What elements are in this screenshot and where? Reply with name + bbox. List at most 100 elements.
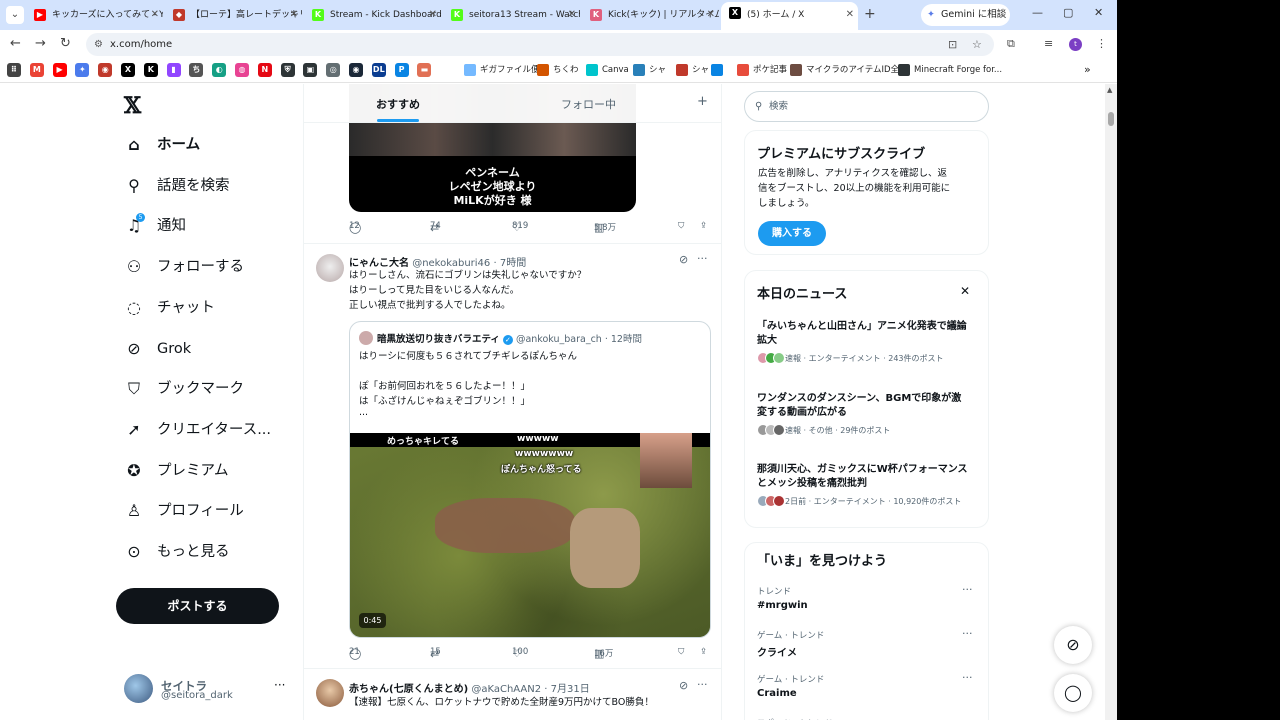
close-icon[interactable]: ✕ [960,284,970,298]
post-avatar[interactable] [316,254,344,282]
gemini-icon[interactable]: ✦ [75,63,90,77]
profile-avatar[interactable]: t [1069,38,1082,51]
shield-icon[interactable]: ⛨ [280,63,295,77]
tab-close-icon[interactable]: ✕ [290,4,298,26]
youtube-icon[interactable]: ▶ [52,63,67,77]
bookmark-icon-10[interactable]: ◍ [235,63,249,77]
browser-tab[interactable]: K Stream - Kick Dashboard ✕ [304,4,441,26]
bookmark-item[interactable]: シャ [676,63,709,77]
grok-icon[interactable]: ⊘ [679,679,688,692]
minimize-icon[interactable]: — [1032,6,1043,19]
bookmark-icon-14[interactable]: ◎ [326,63,341,77]
sidebar-item-bookmark[interactable]: ⛉ ブックマーク [124,374,294,404]
quoted-post[interactable]: 暗黒放送切り抜きバラエティ ✓ @ankoku_bara_ch · 12時間 はりー… [349,321,711,638]
menu-icon[interactable]: ⋮ [1096,37,1107,50]
trend-more-icon[interactable]: ··· [962,671,973,684]
x-icon[interactable]: X [121,63,135,77]
bookmark-post-icon[interactable]: ⛉ [678,221,684,231]
post-avatar[interactable] [316,679,344,707]
install-icon[interactable]: ⊡ [948,33,957,56]
grok-icon[interactable]: ⊘ [679,253,688,266]
news-item[interactable]: ワンダンスのダンスシーン、BGMで印象が激 変する動画が広がる 速報 · その他 ·… [757,392,982,438]
share-icon[interactable]: ⇪ [700,221,707,231]
back-icon[interactable]: ← [10,36,21,51]
browser-tab[interactable]: ◆ 【ローテ】高レートデッキリスト✕ [165,4,302,26]
add-tab-icon[interactable]: + [697,94,708,109]
star-bookmark-icon[interactable]: ☆ [972,33,982,56]
post-more-icon[interactable]: ··· [697,678,708,691]
trend-item[interactable]: ゲーム · トレンド クライメ ··· [757,627,982,659]
news-item[interactable]: 「みいちゃんと山田さん」アニメ化発表で議論 拡大 速報 · エンターテイメント · … [757,320,982,366]
x-logo-icon[interactable]: 𝕏 [124,93,141,119]
bookmark-icon-4[interactable]: ◉ [98,63,113,77]
tab-close-icon[interactable]: ✕ [151,4,159,26]
scrollbar[interactable]: ▲ [1105,84,1117,720]
bookmark-item[interactable]: ギガファイル便 [464,63,540,77]
search-input[interactable]: ⚲ 検索 [744,91,989,122]
address-bar[interactable]: ⚙ x.com/home ⊡ ☆ [86,33,994,56]
browser-tab[interactable]: X (5) ホーム / X ✕ [721,2,858,30]
browser-tab[interactable]: K Kick(キック) | リアルタイム ✕ [582,4,719,26]
bookmark-icon-17[interactable]: P [394,63,409,77]
netflix-icon[interactable]: N [257,63,272,77]
bookmark-icon-8[interactable]: ち [189,63,204,77]
tab-close-icon[interactable]: ✕ [568,4,576,26]
post[interactable]: 赤ちゃん(七原くんまとめ) @aKaChAAN2 · 7月31日 ⊘ ··· 【… [304,668,721,720]
sidebar-item-more[interactable]: ⊙ もっと見る [124,537,294,567]
bookmark-icon-9[interactable]: ◐ [212,63,227,77]
site-info-icon[interactable]: ⚙ [94,33,103,56]
steam-icon[interactable]: ◉ [349,63,363,77]
bookmark-post-icon[interactable]: ⛉ [678,647,684,657]
sidebar-item-chat[interactable]: ◌ チャット [124,293,294,323]
sidebar-item-follow[interactable]: ⚇ フォローする [124,252,294,282]
post-button[interactable]: ポストする [116,588,279,624]
sidebar-item-rocket[interactable]: ➚ クリエイタース... [124,415,294,445]
reload-icon[interactable]: ↻ [60,36,71,51]
sidebar-item-grok[interactable]: ⊘ Grok [124,334,294,364]
trend-more-icon[interactable]: ··· [962,715,973,720]
bookmark-item[interactable]: ちくわ [537,63,579,77]
sidebar-item-premium[interactable]: ✪ プレミアム [124,456,294,486]
gmail-icon[interactable]: M [29,63,44,77]
share-icon[interactable]: ⇪ [700,647,707,657]
bookmark-item[interactable] [711,63,727,77]
bookmark-item[interactable]: マイクラのアイテムID全... [790,63,907,77]
browser-tab[interactable]: ▶ キッカーズに入ってみて - You ✕ [26,4,163,26]
sidebar-item-search[interactable]: ⚲ 話題を検索 [124,171,294,201]
tab-following[interactable]: フォロー中 [561,96,616,112]
window-close-icon[interactable]: ✕ [1094,6,1103,19]
kick-icon[interactable]: K [143,63,158,77]
media-icon[interactable]: ≡ [1044,37,1053,50]
bookmark-icon-13[interactable]: ▣ [303,63,318,77]
sidebar-item-profile[interactable]: ♙ プロフィール [124,496,294,526]
trend-item[interactable]: トレンド #mrgwin ··· [757,583,982,611]
video-player[interactable]: めっちゃキレてる wwwww wwwwwww ぽんちゃん怒ってる 0:45 [350,433,710,637]
dlsite-icon[interactable]: DL [371,63,386,77]
gemini-button[interactable]: ✦ Gemini に相談 [921,4,1010,26]
tab-search-icon[interactable]: ⌄ [6,6,24,24]
tab-for-you[interactable]: おすすめ [376,96,420,112]
tab-close-icon[interactable]: ✕ [707,4,715,26]
news-item[interactable]: 那須川天心、ガミックスにW杯パフォーマンス とメッシ投稿を痛烈批判 2日前 · エン… [757,463,982,509]
bookmarks-overflow-icon[interactable]: » [1084,63,1091,77]
bookmark-item[interactable]: Canva [586,63,629,77]
new-tab-button[interactable]: + [864,6,876,22]
sidebar-item-home[interactable]: ⌂ ホーム [124,130,294,160]
post-more-icon[interactable]: ··· [697,252,708,265]
twitch-icon[interactable]: ▮ [166,63,181,77]
tab-close-icon[interactable]: ✕ [846,2,854,28]
trend-item[interactable]: ゲーム · トレンド Craime ··· [757,671,982,699]
apps-icon[interactable]: ⠿ [7,63,21,77]
subscribe-button[interactable]: 購入する [758,221,826,246]
forward-icon[interactable]: → [35,36,46,51]
trend-more-icon[interactable]: ··· [962,583,973,596]
bookmark-icon-18[interactable]: ▬ [417,63,432,77]
bookmark-item[interactable]: ポケ記事 [737,63,787,77]
account-switcher[interactable]: セイトラ @seitora_dark ··· [124,672,294,706]
bookmark-item[interactable]: Minecraft Forge for... [898,63,1002,77]
extensions-icon[interactable]: ⧉ [1007,37,1015,51]
bookmark-item[interactable]: シャ [633,63,666,77]
maximize-icon[interactable]: ▢ [1063,6,1073,19]
browser-tab[interactable]: Kseitora13 Stream - Watch ✕ [443,4,580,26]
post[interactable]: にゃんこ大名 @nekokaburi46 · 7時間 ⊘ ··· はりーしさん、… [304,243,721,668]
